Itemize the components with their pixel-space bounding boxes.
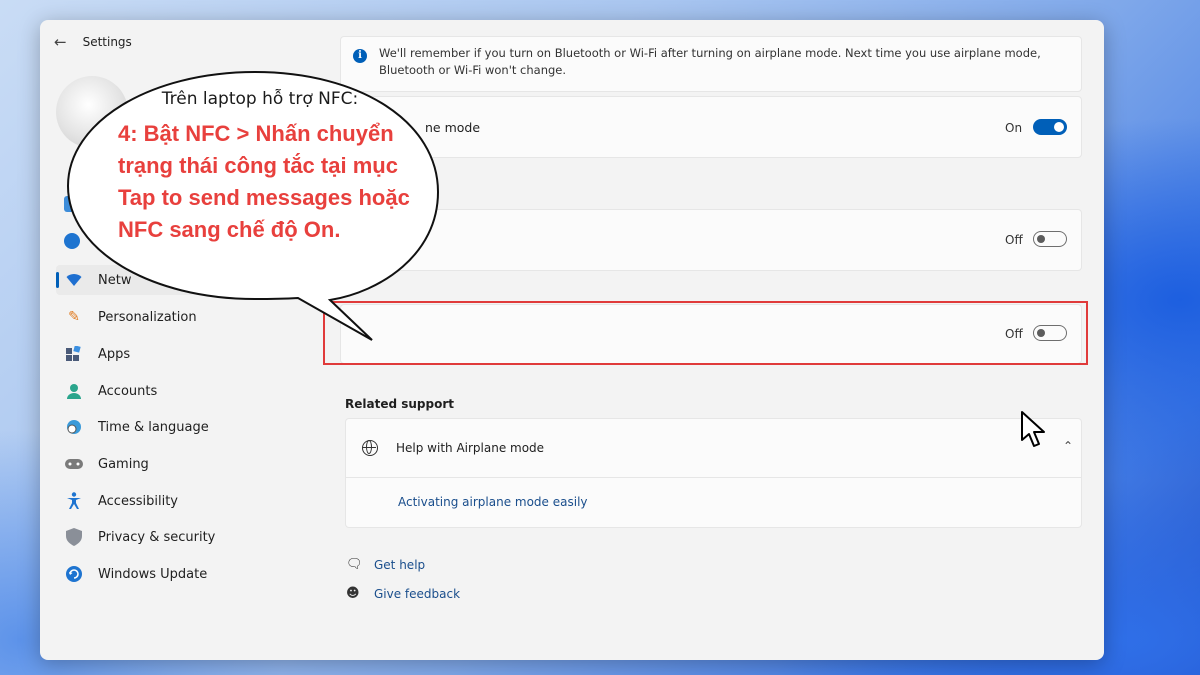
mouse-cursor-icon xyxy=(1021,411,1045,447)
callout-intro: Trên laptop hỗ trợ NFC: xyxy=(161,89,359,109)
callout-step: 4: Bật NFC > Nhấn chuyển trạng thái công… xyxy=(118,121,410,242)
